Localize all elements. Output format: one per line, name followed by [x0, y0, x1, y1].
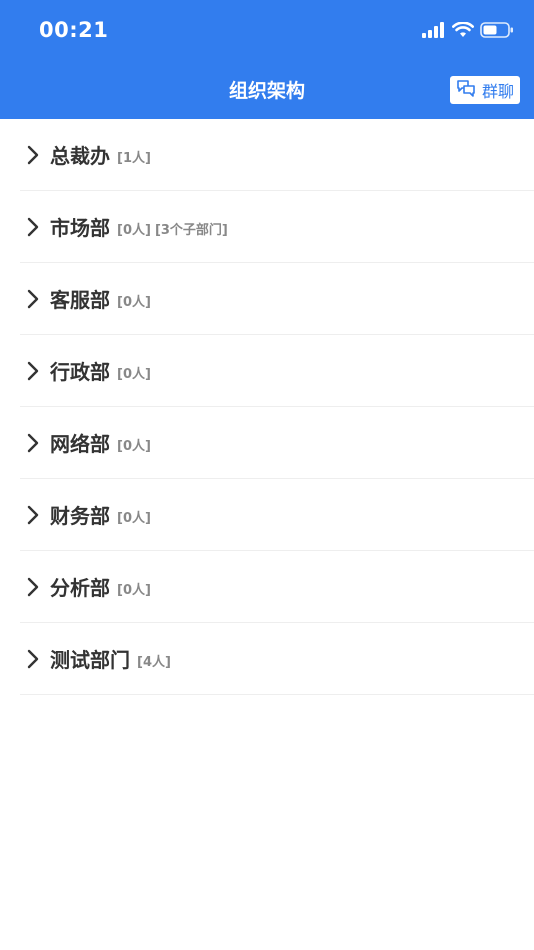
department-list: 总裁办 [1人] 市场部 [0人] [3个子部门] 客服部 [0人] 行政部 [… — [0, 119, 534, 695]
department-row[interactable]: 总裁办 [1人] — [20, 119, 534, 191]
department-name: 客服部 — [50, 288, 110, 312]
chevron-right-icon — [23, 505, 43, 525]
department-name: 分析部 — [50, 576, 110, 600]
department-name: 总裁办 — [50, 144, 110, 168]
department-member-count: [0人] — [117, 223, 151, 238]
department-name: 网络部 — [50, 432, 110, 456]
status-time: 00:21 — [39, 18, 109, 42]
department-row[interactable]: 分析部 [0人] — [20, 551, 534, 623]
chevron-right-icon — [23, 649, 43, 669]
department-member-count: [0人] — [117, 439, 151, 454]
chevron-right-icon — [23, 433, 43, 453]
chevron-right-icon — [23, 361, 43, 381]
department-row[interactable]: 财务部 [0人] — [20, 479, 534, 551]
chevron-right-icon — [23, 217, 43, 237]
status-icons — [422, 20, 514, 44]
department-subdept-count: [3个子部门] — [154, 223, 228, 238]
department-member-count: [1人] — [117, 151, 151, 166]
battery-icon — [480, 22, 514, 42]
department-row[interactable]: 测试部门 [4人] — [20, 623, 534, 695]
chevron-right-icon — [23, 577, 43, 597]
cellular-signal-icon — [422, 22, 446, 42]
department-row[interactable]: 网络部 [0人] — [20, 407, 534, 479]
department-row[interactable]: 行政部 [0人] — [20, 335, 534, 407]
group-chat-label: 群聊 — [481, 82, 514, 101]
department-member-count: [0人] — [117, 295, 151, 310]
department-row[interactable]: 市场部 [0人] [3个子部门] — [20, 191, 534, 263]
department-member-count: [0人] — [117, 367, 151, 382]
department-name: 财务部 — [50, 504, 110, 528]
department-member-count: [0人] — [117, 583, 151, 598]
app-header: 00:21 组织架构 群聊 — [0, 0, 534, 119]
department-row[interactable]: 客服部 [0人] — [20, 263, 534, 335]
department-member-count: [4人] — [137, 655, 171, 670]
chat-bubbles-icon — [456, 79, 476, 101]
group-chat-button[interactable]: 群聊 — [450, 76, 520, 104]
chevron-right-icon — [23, 289, 43, 309]
department-member-count: [0人] — [117, 511, 151, 526]
department-name: 测试部门 — [50, 648, 130, 672]
chevron-right-icon — [23, 145, 43, 165]
department-name: 行政部 — [50, 360, 110, 384]
department-name: 市场部 — [50, 216, 110, 240]
wifi-icon — [452, 21, 474, 42]
